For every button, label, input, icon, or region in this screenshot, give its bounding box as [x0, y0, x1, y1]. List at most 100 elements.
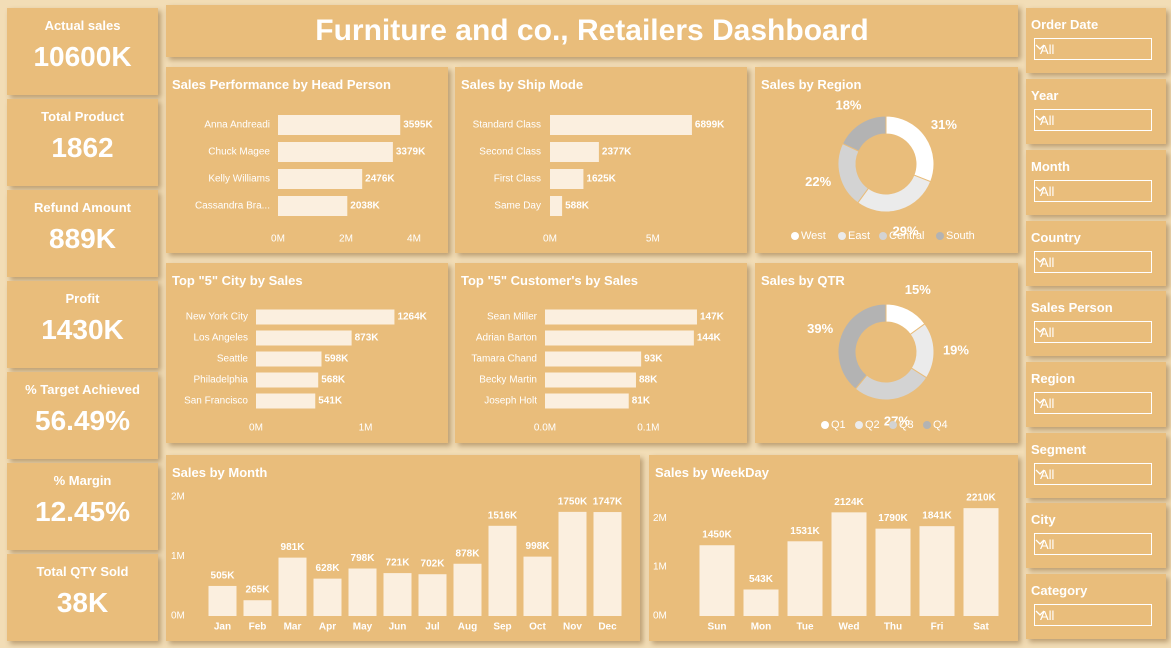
bar: [545, 351, 642, 367]
data-label: 147K: [700, 312, 725, 323]
data-label: 144K: [697, 333, 722, 344]
bar: [699, 545, 735, 616]
legend-marker: [923, 421, 931, 429]
bar: [919, 526, 955, 616]
bar: [963, 508, 999, 616]
category-label: Mar: [284, 622, 302, 633]
bar: [550, 169, 584, 189]
data-label: 543K: [749, 574, 774, 585]
axis-tick-label: 0.0M: [534, 423, 556, 434]
slicer-dropdown[interactable]: All: [1034, 109, 1152, 131]
bar: [278, 557, 307, 616]
category-label: Adrian Barton: [476, 333, 537, 344]
bar: [256, 372, 319, 388]
category-label: Chuck Magee: [208, 147, 270, 158]
category-label: Los Angeles: [194, 333, 249, 344]
chevron-down-icon: [1035, 115, 1045, 121]
kpi-value: 889K: [49, 223, 116, 254]
kpi-card-target-achieved: % Target Achieved 56.49%: [7, 372, 158, 459]
chart-region: 31%29%22%18%West East Central South: [791, 97, 975, 242]
panel-weekday: Sales by WeekDay 0M 1M 2M 1450K Sun 543K Mon 15…: [649, 455, 1018, 641]
bar: [743, 589, 779, 616]
data-label: 1747K: [593, 497, 623, 508]
bar: [256, 351, 322, 367]
category-label: Philadelphia: [194, 375, 249, 386]
bar: [256, 309, 395, 325]
data-label: 541K: [318, 396, 343, 407]
slicer-dropdown[interactable]: All: [1034, 463, 1152, 485]
data-label: 1450K: [702, 530, 732, 541]
bar: [523, 556, 552, 616]
category-label: Tamara Chand: [471, 354, 537, 365]
data-label: 1625K: [586, 174, 616, 185]
slicer-label: Year: [1031, 88, 1059, 103]
data-label: 39%: [807, 321, 833, 336]
category-label: Sep: [493, 622, 511, 633]
chart-month: 0M 1M 2M 505K Jan 265K Feb 981K Mar 628K Apr 798K Ma…: [171, 492, 623, 633]
bar: [208, 585, 237, 616]
slicer-dropdown[interactable]: All: [1034, 604, 1152, 626]
legend-marker: [821, 421, 829, 429]
bar: [243, 600, 272, 616]
bar: [348, 568, 377, 616]
axis-tick-label: 0M: [171, 611, 185, 622]
chart-head-person: Anna Andreadi 3595K Chuck Magee 3379K Kelly …: [195, 115, 433, 245]
slicer-label: Sales Person: [1031, 300, 1113, 315]
slicer-dropdown[interactable]: All: [1034, 251, 1152, 273]
bar: [545, 309, 697, 325]
bar: [875, 528, 911, 616]
legend-marker: [791, 232, 799, 240]
chevron-down-icon: [1035, 44, 1045, 50]
bar: [593, 512, 622, 616]
chart-top-customer: Sean Miller 147K Adrian Barton 144K Tamara C…: [471, 309, 725, 434]
bar: [383, 573, 412, 616]
legend-label: West: [801, 230, 826, 242]
slicer-dropdown[interactable]: All: [1034, 533, 1152, 555]
kpi-value: 10600K: [33, 41, 132, 72]
slicer-sales-person: Sales Person All: [1026, 291, 1166, 356]
legend-label: Q3: [899, 419, 914, 431]
category-label: Jan: [214, 622, 231, 633]
donut-slice: [841, 115, 887, 152]
dashboard-title: Furniture and co., Retailers Dashboard: [166, 5, 1018, 57]
category-label: Jun: [389, 622, 407, 633]
slicer-dropdown[interactable]: All: [1034, 321, 1152, 343]
donut-slice: [854, 367, 928, 401]
data-label: 2377K: [602, 147, 632, 158]
donut-slice: [885, 115, 935, 183]
category-label: Sean Miller: [487, 312, 538, 323]
category-label: Becky Martin: [479, 375, 537, 386]
data-label: 18%: [835, 97, 861, 112]
category-label: Cassandra Bra...: [195, 201, 270, 212]
bar: [831, 512, 867, 616]
category-label: Dec: [598, 622, 617, 633]
kpi-card-total-product: Total Product 1862: [7, 99, 158, 186]
panel-region: Sales by Region 31% 29% 22% 18% West East Cent…: [755, 67, 1018, 253]
slicer-label: Order Date: [1031, 17, 1099, 32]
axis-tick-label: 0M: [543, 234, 557, 245]
category-label: Sat: [973, 622, 989, 633]
bar: [545, 393, 629, 409]
slicer-dropdown[interactable]: All: [1034, 38, 1152, 60]
data-label: 2124K: [834, 497, 864, 508]
data-label: 19%: [943, 342, 969, 357]
bar: [453, 563, 482, 616]
chart-ship-mode: Standard Class 6899K Second Class 2377K Firs…: [473, 115, 725, 245]
legend-marker: [879, 232, 887, 240]
bar: [278, 115, 401, 135]
bar: [488, 525, 517, 616]
kpi-card-total-qty-sold: Total QTY Sold 38K: [7, 554, 158, 641]
slicer-dropdown[interactable]: All: [1034, 180, 1152, 202]
slicer-year: Year All: [1026, 79, 1166, 144]
bar: [278, 196, 348, 216]
data-label: 878K: [456, 548, 481, 559]
donut-slice: [837, 142, 870, 204]
legend-marker: [889, 421, 897, 429]
data-label: 1841K: [922, 511, 952, 522]
slicer-city: City All: [1026, 503, 1166, 568]
slicer-dropdown[interactable]: All: [1034, 392, 1152, 414]
category-label: Kelly Williams: [208, 174, 270, 185]
axis-tick-label: 5M: [646, 234, 660, 245]
data-label: 998K: [526, 541, 551, 552]
chevron-down-icon: [1035, 469, 1045, 475]
